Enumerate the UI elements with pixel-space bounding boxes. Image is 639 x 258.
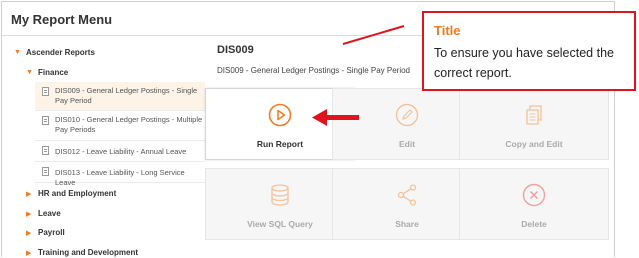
annotation-callout: Title To ensure you have selected the co…	[422, 11, 636, 91]
report-item-label: DIS010 - General Ledger Postings - Multi…	[55, 115, 203, 134]
document-icon	[42, 116, 49, 125]
database-icon	[271, 184, 289, 206]
tree-node-label: HR and Employment	[38, 189, 117, 198]
copy-documents-icon	[526, 105, 542, 125]
report-description: DIS009 - General Ledger Postings - Singl…	[217, 66, 410, 75]
caret-right-icon: ▶	[26, 211, 32, 218]
action-label: Delete	[521, 219, 547, 229]
caret-right-icon: ▶	[26, 250, 32, 257]
page-title: My Report Menu	[11, 12, 113, 27]
tree-node-label: Ascender Reports	[26, 48, 95, 57]
report-item-dis012[interactable]: DIS012 - Leave Liability - Annual Leave	[35, 141, 205, 162]
play-circle-icon	[268, 103, 292, 127]
pencil-circle-icon	[395, 103, 419, 127]
share-icon	[397, 184, 417, 206]
caret-right-icon: ▶	[26, 191, 32, 198]
caret-down-icon: ▼	[14, 49, 21, 56]
report-item-label: DIS013 - Leave Liability - Long Service …	[55, 168, 185, 187]
caret-down-icon: ▼	[26, 69, 33, 76]
delete-button[interactable]: Delete	[459, 168, 609, 240]
caret-right-icon: ▶	[26, 230, 32, 237]
delete-circle-icon	[522, 183, 546, 207]
report-item-dis010[interactable]: DIS010 - General Ledger Postings - Multi…	[35, 111, 205, 141]
tree-node-label: Leave	[38, 209, 61, 218]
action-label: Copy and Edit	[505, 139, 563, 149]
document-icon	[42, 167, 49, 176]
callout-body: To ensure you have selected the correct …	[434, 46, 614, 80]
callout-title: Title	[434, 23, 461, 38]
copy-and-edit-button[interactable]: Copy and Edit	[459, 88, 609, 160]
document-icon	[42, 87, 49, 96]
report-tree: ▼ Ascender Reports ▼ Finance DIS009 - Ge…	[2, 37, 207, 257]
tree-node-label: Finance	[38, 68, 69, 77]
tree-node-label: Training and Development	[38, 248, 139, 257]
report-item-dis013[interactable]: DIS013 - Leave Liability - Long Service …	[35, 162, 205, 187]
report-item-label: DIS009 - General Ledger Postings - Singl…	[55, 86, 198, 105]
report-item-label: DIS012 - Leave Liability - Annual Leave	[55, 147, 187, 156]
document-icon	[42, 146, 49, 155]
report-code: DIS009	[217, 44, 254, 56]
report-item-dis009[interactable]: DIS009 - General Ledger Postings - Singl…	[35, 82, 205, 111]
tree-node-label: Payroll	[38, 228, 65, 237]
